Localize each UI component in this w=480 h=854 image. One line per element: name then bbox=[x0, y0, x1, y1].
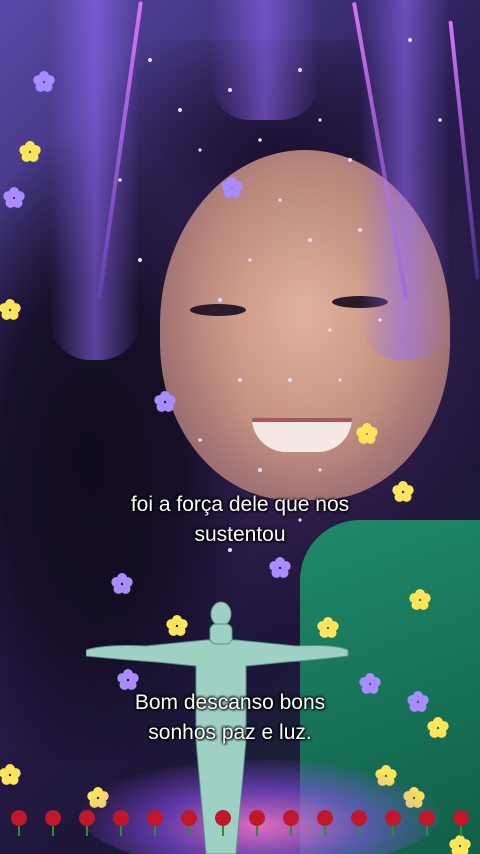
rose-icon bbox=[79, 810, 95, 836]
rose-icon bbox=[249, 810, 265, 836]
rose-icon bbox=[419, 810, 435, 836]
rose-icon bbox=[317, 810, 333, 836]
rose-icon bbox=[385, 810, 401, 836]
photo-frame: foi a força dele que nos sustentou Bom d… bbox=[0, 0, 480, 854]
rose-icon bbox=[113, 810, 129, 836]
caption-line-1: foi a força dele que nos bbox=[130, 493, 350, 516]
rose-icon bbox=[147, 810, 163, 836]
caption-top: foi a força dele que nos sustentou bbox=[0, 490, 480, 550]
rose-icon bbox=[181, 810, 197, 836]
caption-line-3: Bom descanso bons bbox=[134, 691, 326, 714]
caption-bottom: Bom descanso bons sonhos paz e luz. bbox=[0, 688, 470, 748]
rose-icon bbox=[215, 810, 231, 836]
rose-icon bbox=[11, 810, 27, 836]
tiny-sparkles bbox=[118, 38, 442, 552]
rose-icon bbox=[45, 810, 61, 836]
rose-icon bbox=[351, 810, 367, 836]
rose-icon bbox=[283, 810, 299, 836]
rose-icon bbox=[453, 810, 469, 836]
rose-row bbox=[0, 808, 480, 840]
caption-line-4: sonhos paz e luz. bbox=[148, 721, 312, 744]
caption-line-2: sustentou bbox=[194, 523, 286, 546]
